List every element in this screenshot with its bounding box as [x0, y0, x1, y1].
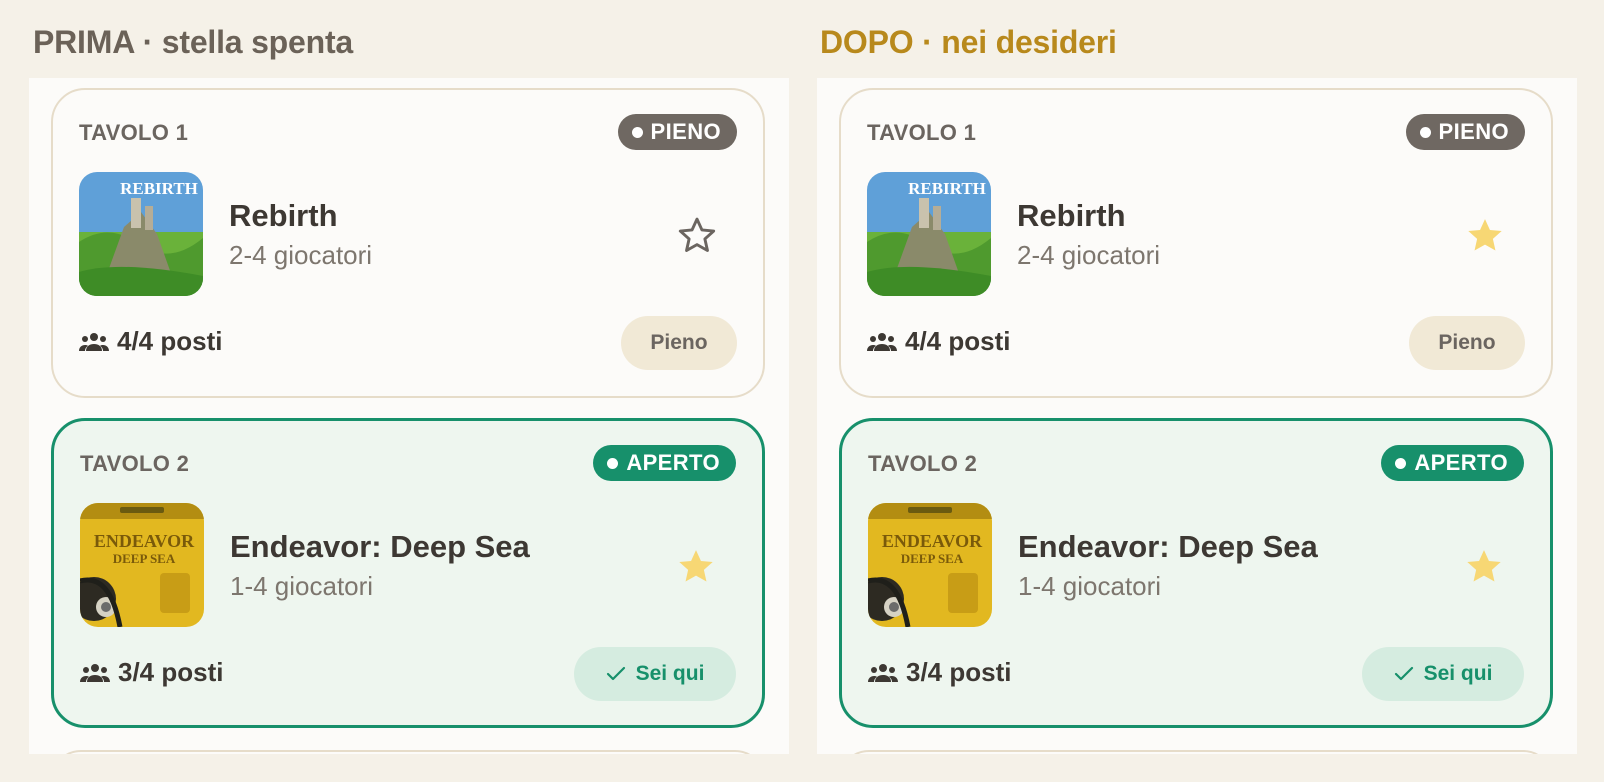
people-icon — [79, 332, 109, 351]
cover-title-line1: ENDEAVOR — [94, 531, 195, 551]
panel-after: TAVOLO 1 PIENO REBIRTH Rebirth 2-4 gioca… — [817, 78, 1577, 754]
joined-button[interactable]: Sei qui — [1362, 647, 1524, 701]
status-dot — [631, 126, 643, 138]
star-filled-icon — [679, 550, 713, 582]
cover-title-line2: DEEP SEA — [901, 551, 964, 566]
cover-title-line1: ENDEAVOR — [882, 531, 983, 551]
cover-title-line2: DEEP SEA — [113, 551, 176, 566]
seats-text: 4/4 posti — [905, 326, 1011, 356]
seats-text: 3/4 posti — [906, 657, 1012, 687]
status-dot — [607, 457, 619, 469]
game-cover-rebirth: REBIRTH — [79, 172, 203, 296]
panel-title-after: DOPO · nei desideri — [820, 24, 1117, 60]
game-players: 2-4 giocatori — [1017, 240, 1161, 270]
game-players: 1-4 giocatori — [1018, 571, 1162, 601]
game-title: Rebirth — [229, 198, 338, 233]
seats-count: 3/4 posti — [868, 657, 1011, 688]
cover-title: REBIRTH — [908, 179, 986, 198]
game-players: 2-4 giocatori — [229, 240, 373, 270]
wishlist-star-button[interactable] — [1462, 545, 1506, 589]
seats-count: 4/4 posti — [867, 326, 1010, 357]
game-title: Rebirth — [1017, 198, 1126, 233]
table-label: TAVOLO 1 — [79, 120, 189, 145]
panel-before: TAVOLO 1 PIENO REBIRTH Rebirth 2-4 gioca… — [29, 78, 789, 754]
status-badge: PIENO — [1405, 114, 1525, 150]
status-text: APERTO — [626, 450, 720, 475]
table-label: TAVOLO 2 — [868, 451, 978, 476]
full-button[interactable]: Pieno — [1409, 316, 1525, 370]
seats-count: 3/4 posti — [80, 657, 223, 688]
status-dot — [1419, 126, 1431, 138]
seats-text: 4/4 posti — [117, 326, 223, 356]
status-badge: PIENO — [617, 114, 737, 150]
status-dot — [1395, 457, 1407, 469]
game-cover-endeavor: ENDEAVOR DEEP SEA — [80, 503, 204, 627]
wishlist-star-button[interactable] — [1463, 214, 1507, 258]
star-filled-icon — [1467, 550, 1501, 582]
cover-title: REBIRTH — [120, 179, 198, 198]
game-cover-endeavor: ENDEAVOR DEEP SEA — [868, 503, 992, 627]
star-filled-icon — [1468, 219, 1502, 251]
table-card-2[interactable]: TAVOLO 2 APERTO ENDEAVOR DEEP SEA Endeav… — [51, 418, 765, 728]
game-players: 1-4 giocatori — [230, 571, 374, 601]
status-text: APERTO — [1414, 450, 1508, 475]
table-label: TAVOLO 2 — [80, 451, 190, 476]
status-badge: APERTO — [1381, 445, 1524, 481]
joined-label: Sei qui — [635, 662, 705, 685]
panel-title-before: PRIMA · stella spenta — [33, 24, 354, 60]
people-icon — [867, 332, 897, 351]
check-icon — [1394, 666, 1413, 681]
status-text: PIENO — [1438, 119, 1509, 144]
table-card-2[interactable]: TAVOLO 2 APERTO ENDEAVOR DEEP SEA Endeav… — [839, 418, 1553, 728]
table-card-1[interactable]: TAVOLO 1 PIENO REBIRTH Rebirth 2-4 gioca… — [839, 88, 1553, 398]
joined-button[interactable]: Sei qui — [574, 647, 736, 701]
wishlist-star-button[interactable] — [675, 214, 719, 258]
wishlist-star-button[interactable] — [674, 545, 718, 589]
check-icon — [606, 666, 625, 681]
table-card-3-partial — [51, 750, 765, 754]
seats-count: 4/4 posti — [79, 326, 222, 357]
status-badge: APERTO — [593, 445, 736, 481]
game-title: Endeavor: Deep Sea — [1018, 529, 1318, 564]
table-card-3-partial — [839, 750, 1553, 754]
status-text: PIENO — [650, 119, 721, 144]
joined-label: Sei qui — [1423, 662, 1493, 685]
people-icon — [80, 663, 110, 682]
table-label: TAVOLO 1 — [867, 120, 977, 145]
table-card-1[interactable]: TAVOLO 1 PIENO REBIRTH Rebirth 2-4 gioca… — [51, 88, 765, 398]
full-button[interactable]: Pieno — [621, 316, 737, 370]
seats-text: 3/4 posti — [118, 657, 224, 687]
game-title: Endeavor: Deep Sea — [230, 529, 530, 564]
star-outline-icon — [678, 217, 716, 252]
people-icon — [868, 663, 898, 682]
game-cover-rebirth: REBIRTH — [867, 172, 991, 296]
